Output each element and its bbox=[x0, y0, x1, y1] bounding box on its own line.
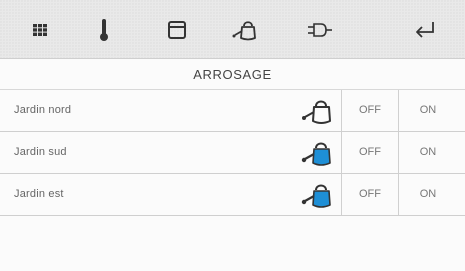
watering-can-icon[interactable] bbox=[225, 10, 265, 50]
top-toolbar bbox=[0, 0, 465, 59]
zone-name: Jardin est bbox=[14, 188, 64, 200]
on-button[interactable]: ON bbox=[398, 90, 457, 131]
plug-icon[interactable] bbox=[300, 10, 340, 50]
on-button[interactable]: ON bbox=[398, 174, 457, 215]
off-button[interactable]: OFF bbox=[341, 90, 398, 131]
back-arrow-icon[interactable] bbox=[405, 10, 445, 50]
thermometer-icon[interactable] bbox=[84, 10, 124, 50]
window-icon[interactable] bbox=[157, 10, 197, 50]
zone-name: Jardin nord bbox=[14, 104, 72, 116]
zone-row-jardin-nord: Jardin nord OFF ON bbox=[0, 90, 465, 132]
zone-name: Jardin sud bbox=[14, 146, 67, 158]
watering-can-blue-icon bbox=[300, 138, 336, 168]
zone-row-jardin-est: Jardin est OFF ON bbox=[0, 174, 465, 216]
zone-row-jardin-sud: Jardin sud OFF ON bbox=[0, 132, 465, 174]
off-button[interactable]: OFF bbox=[341, 132, 398, 173]
off-button[interactable]: OFF bbox=[341, 174, 398, 215]
watering-can-outline-icon bbox=[300, 96, 336, 126]
watering-can-blue-icon bbox=[300, 180, 336, 210]
zone-list: Jardin nord OFF ON Jardin sud OFF ON Jar… bbox=[0, 90, 465, 216]
on-button[interactable]: ON bbox=[398, 132, 457, 173]
grid-icon[interactable] bbox=[20, 10, 60, 50]
page-title: ARROSAGE bbox=[0, 59, 465, 90]
irrigation-screen: ARROSAGE Jardin nord OFF ON Jardin sud O… bbox=[0, 0, 465, 271]
